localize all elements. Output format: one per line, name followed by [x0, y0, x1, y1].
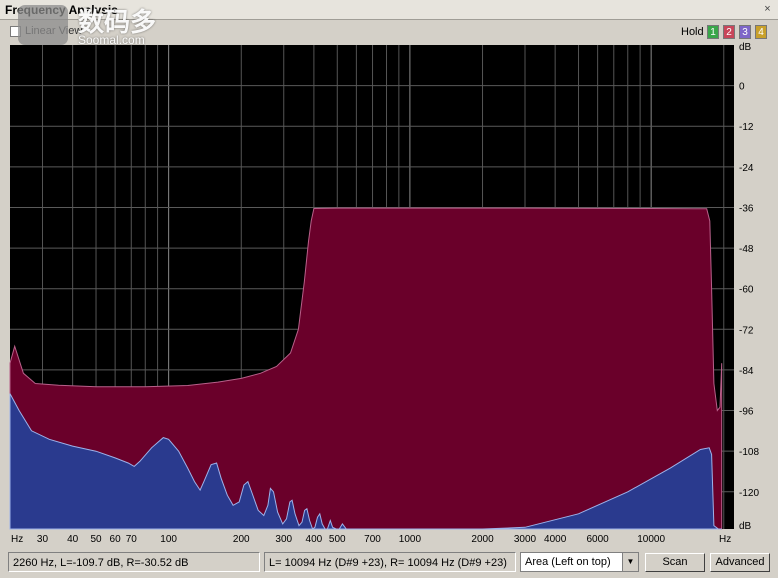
y-tick-label: 0 — [739, 82, 745, 93]
x-tick-label: 70 — [126, 534, 138, 545]
x-tick-label: 400 — [306, 534, 323, 545]
x-tick-label: 3000 — [514, 534, 537, 545]
peak-info: L= 10094 Hz (D#9 +23), R= 10094 Hz (D#9 … — [264, 552, 516, 572]
y-axis: dB dB 0 -12 -24 -36 -48 -60 -72 -84 -96 -108 -120 — [739, 42, 759, 532]
y-tick-label: -48 — [739, 244, 754, 255]
scan-button[interactable]: Scan — [645, 553, 705, 572]
x-tick-label: 10000 — [637, 534, 665, 545]
y-tick-label: -120 — [739, 488, 759, 499]
x-tick-label: 100 — [160, 534, 177, 545]
y-tick-label: -96 — [739, 407, 754, 418]
x-tick-label: 60 — [110, 534, 122, 545]
y-tick-label: -108 — [739, 447, 759, 458]
x-tick-label: 1000 — [399, 534, 422, 545]
y-tick-label: -36 — [739, 203, 754, 214]
x-tick-label: 700 — [364, 534, 381, 545]
view-mode-select[interactable]: Area (Left on top) ▼ — [520, 552, 639, 572]
view-mode-value: Area (Left on top) — [525, 556, 611, 568]
x-tick-label: 6000 — [587, 534, 610, 545]
x-tick-label: 200 — [233, 534, 250, 545]
x-axis: Hz Hz 30 40 50 60 70 100 200 300 400 500 700 1000 20… — [11, 534, 731, 545]
y-axis-unit-top: dB — [739, 42, 752, 53]
x-tick-label: 300 — [275, 534, 292, 545]
y-axis-unit-bottom: dB — [739, 521, 752, 532]
x-tick-label: 2000 — [471, 534, 494, 545]
y-tick-label: -12 — [739, 122, 754, 133]
y-tick-label: -24 — [739, 163, 754, 174]
advanced-button[interactable]: Advanced — [710, 553, 770, 572]
chevron-down-icon[interactable]: ▼ — [622, 553, 638, 571]
y-tick-label: -60 — [739, 285, 754, 296]
spectrum-chart[interactable]: Hz Hz 30 40 50 60 70 100 200 300 400 500 700 1000 20… — [0, 0, 778, 550]
x-tick-label: 50 — [90, 534, 102, 545]
x-tick-label: 30 — [37, 534, 49, 545]
x-tick-label: 500 — [329, 534, 346, 545]
x-axis-unit-left: Hz — [11, 534, 23, 545]
x-tick-label: 4000 — [544, 534, 567, 545]
y-tick-label: -84 — [739, 366, 754, 377]
x-axis-unit-right: Hz — [719, 534, 731, 545]
cursor-info: 2260 Hz, L=-109.7 dB, R=-30.52 dB — [8, 552, 260, 572]
x-tick-label: 40 — [67, 534, 79, 545]
y-tick-label: -72 — [739, 325, 754, 336]
